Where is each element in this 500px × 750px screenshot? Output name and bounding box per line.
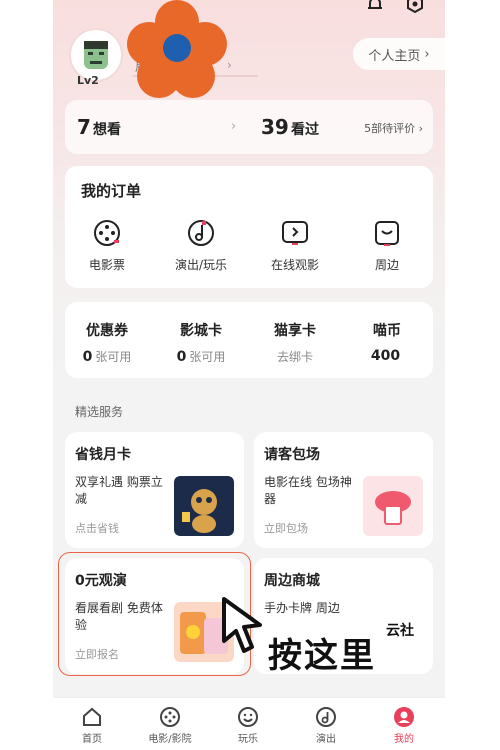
top-icons <box>365 0 425 14</box>
cinema-card[interactable]: 影城卡 0 张可用 <box>161 320 241 365</box>
film-reel-icon <box>94 220 120 246</box>
user-icon <box>394 707 414 727</box>
tab-mine[interactable]: 我的 <box>369 706 439 745</box>
watermark-stamp: 云社 <box>386 623 414 639</box>
order-movie-tickets[interactable]: 电影票 <box>67 218 147 273</box>
chevron-right-icon: › <box>424 46 430 62</box>
section-title: 精选服务 <box>75 405 124 419</box>
service-title: 省钱月卡 <box>75 447 131 463</box>
chevron-right-icon[interactable]: › <box>231 119 236 134</box>
want-count[interactable]: 7 <box>77 115 91 139</box>
order-shows[interactable]: 演出/玩乐 <box>161 218 241 273</box>
order-label: 周边 <box>374 258 399 272</box>
pending-reviews-link[interactable]: 5部待评价 › <box>364 120 423 136</box>
service-desc: 电影在线 包场神器 <box>264 475 352 506</box>
play-screen-icon <box>282 221 308 245</box>
bear-mascot-image <box>174 476 234 536</box>
cinema-card-unit: 张可用 <box>189 350 226 364</box>
service-card-monthly[interactable]: 省钱月卡 双享礼遇 购票立减 点击省钱 <box>65 432 244 548</box>
tab-label: 首页 <box>82 734 102 745</box>
music-note-icon <box>188 220 214 246</box>
service-desc: 双享礼遇 购票立减 <box>75 475 163 506</box>
wallet-card: 优惠券 0 张可用 影城卡 0 张可用 猫享卡 去绑卡 喵币 400 <box>65 302 433 378</box>
cinema-card-count-line: 0 张可用 <box>161 348 241 365</box>
meow-coins[interactable]: 喵币 400 <box>347 320 427 364</box>
service-title: 周边商城 <box>264 573 320 589</box>
tab-label: 我的 <box>394 734 414 745</box>
service-card-booking[interactable]: 请客包场 电影在线 包场神器 立即包场 <box>254 432 433 548</box>
tab-label: 演出 <box>316 734 336 745</box>
order-online-viewing[interactable]: 在线观影 <box>255 218 335 273</box>
cursor-pointer-icon <box>222 597 262 653</box>
want-label[interactable]: 想看 <box>93 119 121 139</box>
cinema-card-count: 0 <box>176 349 187 365</box>
service-action: 点击省钱 <box>75 522 119 535</box>
meow-coins-count: 400 <box>370 348 401 364</box>
seen-count[interactable]: 39 <box>261 115 289 139</box>
meow-coins-line: 400 <box>347 348 427 364</box>
service-title: 请客包场 <box>264 447 320 463</box>
tab-shows[interactable]: 演出 <box>291 706 361 745</box>
music-icon <box>316 707 336 727</box>
tab-bar: 首页 电影/影院 玩乐 演出 我的 <box>53 697 445 750</box>
order-label: 演出/玩乐 <box>174 258 228 272</box>
cat-card-title: 猫享卡 <box>274 323 316 339</box>
bell-icon[interactable] <box>365 0 385 14</box>
chevron-right-icon[interactable]: › <box>227 58 232 72</box>
tab-movies[interactable]: 电影/影院 <box>135 706 205 745</box>
film-icon <box>160 707 180 727</box>
service-desc: 手办卡牌 周边 <box>264 601 340 615</box>
coupons-unit: 张可用 <box>95 350 132 364</box>
hulk-avatar-icon <box>84 41 108 69</box>
coupons-count: 0 <box>82 349 93 365</box>
bag-icon <box>375 221 399 246</box>
profile-button-label: 个人主页 <box>368 48 421 64</box>
orders-card: 我的订单 电影票 演出/玩乐 在线观影 周边 <box>65 166 433 288</box>
home-icon <box>83 707 101 726</box>
order-label: 在线观影 <box>270 258 319 272</box>
seen-label[interactable]: 看过 <box>291 119 319 139</box>
stats-bar: 7 想看 › 39 看过 5部待评价 › <box>65 100 433 154</box>
settings-icon[interactable] <box>405 0 425 14</box>
meow-coins-title: 喵币 <box>373 323 401 339</box>
tab-home[interactable]: 首页 <box>57 706 127 745</box>
service-action: 立即包场 <box>264 522 308 535</box>
cinema-card-title: 影城卡 <box>180 323 222 339</box>
profile-button[interactable]: 个人主页 › <box>353 38 445 70</box>
order-merch[interactable]: 周边 <box>347 218 427 273</box>
cloud-ticket-image <box>363 476 423 536</box>
cat-card[interactable]: 猫享卡 去绑卡 <box>255 320 335 365</box>
coupons[interactable]: 优惠券 0 张可用 <box>67 320 147 365</box>
coupons-title: 优惠券 <box>86 323 128 339</box>
level-badge: Lv2 <box>77 74 99 87</box>
avatar-block[interactable]: Lv2 <box>69 28 123 87</box>
tab-play[interactable]: 玩乐 <box>213 706 283 745</box>
coupons-count-line: 0 张可用 <box>67 348 147 365</box>
tab-label: 玩乐 <box>238 734 258 745</box>
flower-sticker <box>127 0 227 98</box>
tab-label: 电影/影院 <box>148 734 192 745</box>
smile-icon <box>238 707 258 727</box>
tap-here-annotation: 按这里 <box>268 636 376 676</box>
cat-card-bind: 去绑卡 <box>276 350 313 364</box>
order-label: 电影票 <box>88 258 125 272</box>
orders-title: 我的订单 <box>81 182 142 200</box>
pending-reviews-label: 5部待评价 <box>364 122 416 135</box>
